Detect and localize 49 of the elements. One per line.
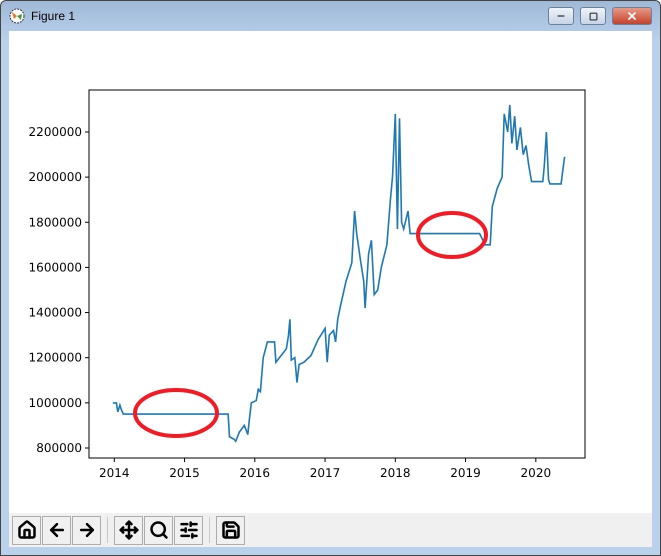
move-arrows-button[interactable] [114,516,143,544]
tick-label: 2014 [99,466,130,480]
tick-label: 800000 [36,441,82,455]
tick-label: 2019 [450,466,481,480]
tick-mark [84,357,90,358]
back-arrow-button[interactable] [42,516,71,544]
tick-mark [324,458,326,462]
save-icon [220,520,240,540]
tick-mark [465,458,466,462]
tick-label: 1000000 [28,396,82,410]
tick-mark [84,266,90,268]
home-icon [16,520,36,540]
window-title: Figure 1 [31,9,76,23]
sliders-button[interactable] [174,516,203,544]
move-arrows-icon [118,520,138,540]
tick-label: 2020 [520,466,552,480]
tick-mark [84,176,90,178]
tick-mark [394,458,396,462]
tick-mark [84,222,90,223]
app-icon [9,8,25,24]
home-button[interactable] [12,516,41,544]
tick-label: 2017 [310,466,340,480]
tick-label: 2200000 [28,124,82,139]
tick-label: 2000000 [28,170,82,184]
zoom-magnifier-icon [148,520,168,540]
tick-label: 1800000 [28,215,82,230]
tick-label: 2018 [380,466,411,480]
tick-label: 2015 [169,466,200,480]
tick-mark [254,458,256,462]
forward-arrow-button[interactable] [72,516,101,544]
maximize-icon [588,12,598,20]
minimize-button[interactable] [548,7,574,25]
tick-mark [84,312,90,314]
tick-mark [84,402,90,404]
zoom-magnifier-button[interactable] [144,516,173,544]
save-button[interactable] [216,516,245,544]
tick-mark [84,131,90,132]
tick-label: 1400000 [28,306,82,320]
tick-label: 2016 [240,466,270,480]
tick-mark [184,458,186,462]
tick-label: 1200000 [28,350,82,365]
sliders-icon [178,520,198,540]
tick-mark [535,458,536,462]
tick-label: 1600000 [28,260,82,274]
maximize-button[interactable] [580,7,606,25]
close-button[interactable] [612,7,652,25]
close-icon [626,10,638,22]
highlight-ellipse [416,211,488,259]
tick-mark [114,458,115,462]
